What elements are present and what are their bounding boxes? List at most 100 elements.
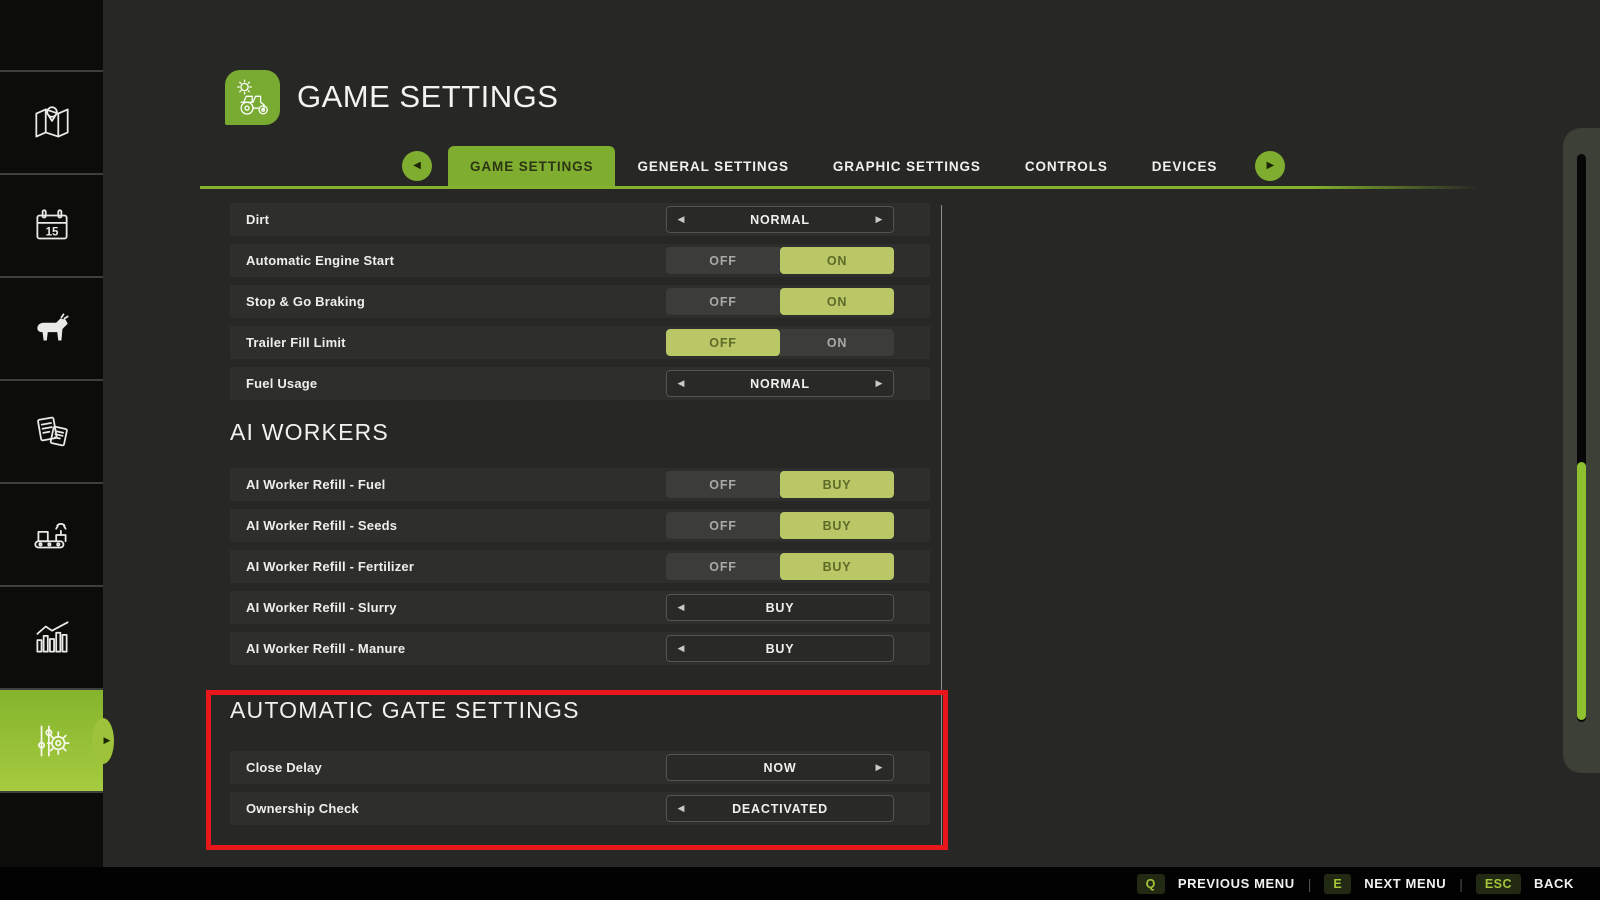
sidebar-item-contracts[interactable]: [0, 379, 103, 482]
tab-general-settings[interactable]: GENERAL SETTINGS: [615, 146, 810, 186]
toggle-option-on[interactable]: ON: [780, 247, 894, 274]
sidebar-item-calendar[interactable]: 15: [0, 173, 103, 276]
setting-row: AI Worker Refill - Manure ◀BUY▶: [230, 632, 930, 665]
setting-label: Automatic Engine Start: [246, 253, 395, 268]
toggle-control: OFF ON: [666, 329, 894, 356]
toggle-option-off[interactable]: OFF: [666, 329, 780, 356]
toggle-control: OFF BUY: [666, 471, 894, 498]
selector-control[interactable]: ◀ NORMAL ▶: [666, 370, 894, 397]
production-icon: [29, 512, 75, 558]
svg-text:15: 15: [45, 226, 58, 238]
sidebar-item-map[interactable]: [0, 70, 103, 173]
selector-value: DEACTIVATED: [732, 801, 828, 816]
toggle-control: OFF ON: [666, 288, 894, 315]
statistics-icon: [29, 615, 75, 661]
settings-section: AUTOMATIC GATE SETTINGS Close Delay ◀ NOW ▶ O…: [230, 695, 930, 825]
left-arrow-icon[interactable]: ◀: [675, 379, 687, 388]
active-item-arrow-icon: ▶: [92, 717, 114, 764]
toggle-option-off[interactable]: OFF: [666, 288, 780, 315]
setting-row: AI Worker Refill - Fertilizer OFF BUY: [230, 550, 930, 583]
tab-controls[interactable]: CONTROLS: [1003, 146, 1130, 186]
sidebar: 15 ▶: [0, 0, 114, 867]
contracts-icon: [29, 409, 75, 455]
toggle-option-off[interactable]: OFF: [666, 553, 780, 580]
sidebar-item-settings[interactable]: ▶: [0, 688, 114, 793]
setting-label: AI Worker Refill - Manure: [246, 641, 406, 656]
setting-row: Ownership Check◀DEACTIVATED▶: [230, 792, 930, 825]
right-arrow-icon[interactable]: ▶: [873, 379, 885, 388]
setting-label: Trailer Fill Limit: [246, 335, 346, 350]
toggle-option-buy[interactable]: BUY: [780, 553, 894, 580]
selector-control[interactable]: ◀BUY▶: [666, 594, 894, 621]
toggle-option-on[interactable]: ON: [780, 288, 894, 315]
settings-icon: [29, 718, 75, 764]
toggle-option-off[interactable]: OFF: [666, 471, 780, 498]
previous-tab-button[interactable]: ◀: [402, 151, 432, 181]
toggle-option-off[interactable]: OFF: [666, 512, 780, 539]
right-arrow-icon: ▶: [1266, 160, 1275, 171]
toggle-control: OFF ON: [666, 247, 894, 274]
toggle-option-off[interactable]: OFF: [666, 247, 780, 274]
section-title: AUTOMATIC GATE SETTINGS: [230, 697, 580, 723]
settings-section: AI WORKERS AI Worker Refill - Fuel OFF BUY A…: [230, 417, 930, 665]
next-tab-button[interactable]: ▶: [1255, 151, 1286, 181]
hotkey-label: BACK: [1534, 876, 1574, 891]
setting-label: AI Worker Refill - Seeds: [246, 518, 398, 533]
hotkey-label: NEXT MENU: [1364, 876, 1447, 891]
selector-value: NORMAL: [750, 212, 810, 227]
selector-value: BUY: [765, 600, 795, 615]
right-arrow-icon[interactable]: ▶: [873, 215, 885, 224]
page-title: GAME SETTINGS: [297, 79, 559, 114]
setting-label: AI Worker Refill - Fuel: [246, 477, 386, 492]
tab-underline: [200, 186, 1492, 189]
setting-label: Stop & Go Braking: [246, 294, 365, 309]
selector-control[interactable]: ◀NOW▶: [666, 754, 894, 781]
hotkey-key-q[interactable]: Q: [1136, 873, 1165, 894]
tab-game-settings[interactable]: GAME SETTINGS: [448, 146, 616, 186]
scroll-indicator-panel: [1563, 128, 1600, 773]
sidebar-item-animals[interactable]: [0, 276, 103, 379]
game-settings-screen: 15 ▶ GAME SETTINGS ◀ GAME SETTINGS GENERAL …: [0, 0, 1600, 900]
scroll-track[interactable]: [1577, 154, 1586, 722]
setting-label: Ownership Check: [246, 801, 359, 816]
scroll-thumb[interactable]: [1577, 462, 1586, 720]
setting-row: Stop & Go Braking OFF ON: [230, 285, 930, 318]
setting-label: Fuel Usage: [246, 376, 318, 391]
sidebar-item-statistics[interactable]: [0, 585, 103, 688]
sidebar-item-production[interactable]: [0, 482, 103, 585]
animals-icon: [29, 306, 75, 352]
hotkey-bar: Q PREVIOUS MENU | E NEXT MENU | ESC BACK: [0, 867, 1600, 900]
toggle-option-on[interactable]: ON: [780, 329, 894, 356]
hotkey-key-esc[interactable]: ESC: [1475, 873, 1522, 894]
selector-control[interactable]: ◀ NORMAL ▶: [666, 206, 894, 233]
game-settings-gear-tractor-icon: [225, 70, 280, 125]
toggle-control: OFF BUY: [666, 553, 894, 580]
selector-value: NOW: [763, 760, 797, 775]
hotkey-separator: |: [1307, 875, 1312, 892]
left-arrow-icon[interactable]: ◀: [675, 804, 687, 813]
setting-row: Close Delay◀NOW▶: [230, 751, 930, 784]
setting-label: Close Delay: [246, 760, 322, 775]
tab-graphic-settings[interactable]: GRAPHIC SETTINGS: [811, 146, 1003, 186]
toggle-option-buy[interactable]: BUY: [780, 471, 894, 498]
tab-devices[interactable]: DEVICES: [1130, 146, 1240, 186]
left-arrow-icon: ◀: [413, 160, 421, 171]
settings-section: Dirt ◀ NORMAL ▶ Automatic Engine Start OFF ON S…: [230, 203, 930, 400]
hotkey-key-e[interactable]: E: [1324, 873, 1352, 894]
selector-control[interactable]: ◀DEACTIVATED▶: [666, 795, 894, 822]
selector-control[interactable]: ◀BUY▶: [666, 635, 894, 662]
calendar-icon: 15: [29, 203, 75, 249]
toggle-option-buy[interactable]: BUY: [780, 512, 894, 539]
left-arrow-icon[interactable]: ◀: [675, 215, 687, 224]
left-arrow-icon[interactable]: ◀: [675, 644, 687, 653]
tab-bar: ◀ GAME SETTINGS GENERAL SETTINGS GRAPHIC SE…: [402, 146, 1286, 186]
right-arrow-icon[interactable]: ▶: [873, 763, 885, 772]
list-scrollbar[interactable]: [941, 205, 942, 845]
toggle-control: OFF BUY: [666, 512, 894, 539]
left-arrow-icon[interactable]: ◀: [675, 603, 687, 612]
setting-row: AI Worker Refill - Slurry◀BUY▶: [230, 591, 930, 624]
setting-row: AI Worker Refill - Fuel OFF BUY: [230, 468, 930, 501]
hotkey-label: PREVIOUS MENU: [1177, 876, 1295, 891]
setting-row: Trailer Fill Limit OFF ON: [230, 326, 930, 359]
